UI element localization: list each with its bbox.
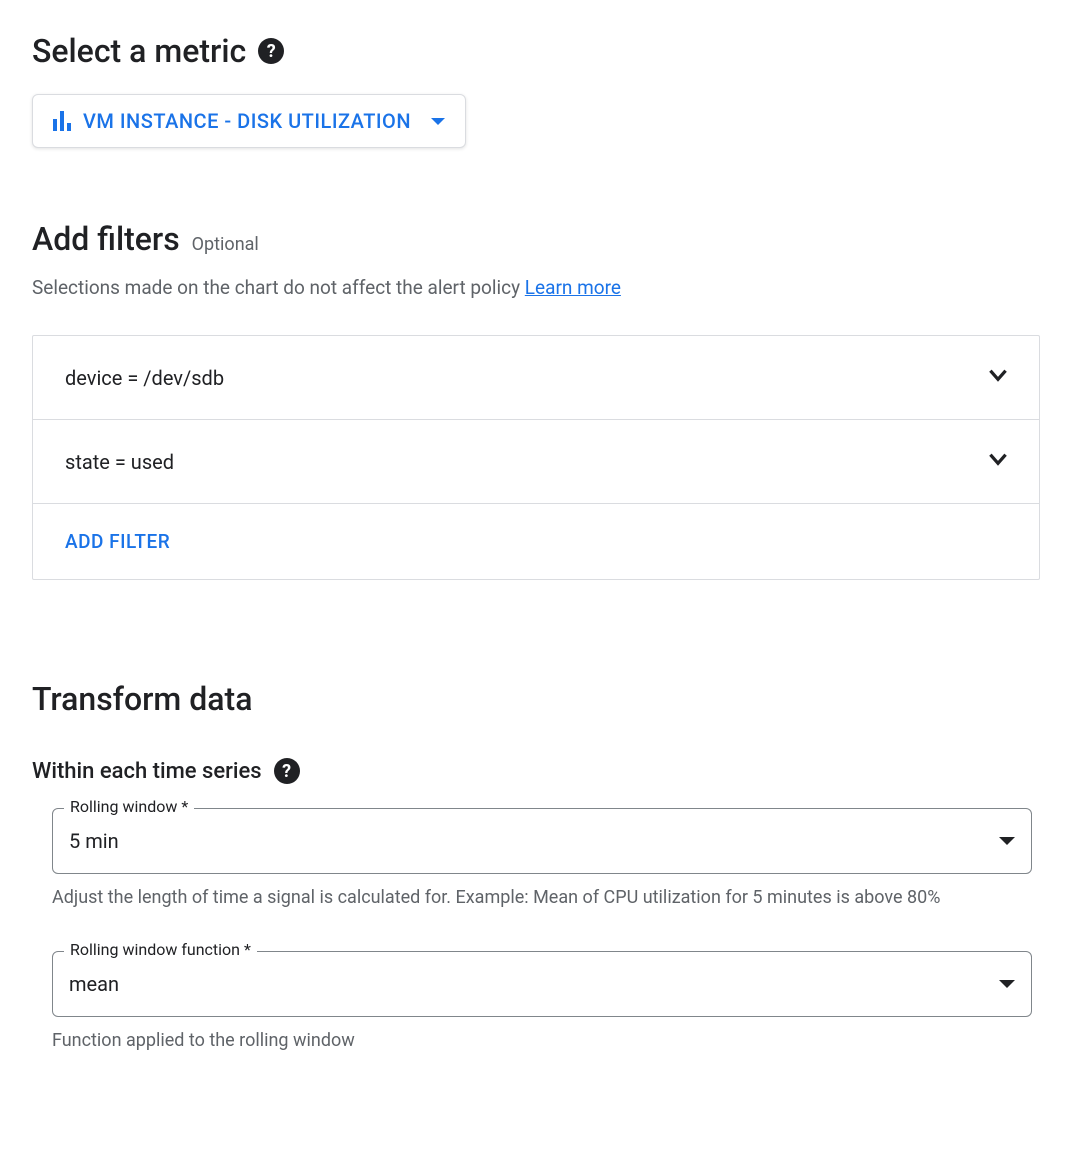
- dropdown-triangle-icon: [431, 118, 445, 125]
- learn-more-link[interactable]: Learn more: [525, 276, 621, 299]
- rolling-window-help: Adjust the length of time a signal is ca…: [52, 884, 1012, 911]
- help-icon[interactable]: ?: [274, 758, 300, 784]
- rolling-window-function-help: Function applied to the rolling window: [52, 1027, 1012, 1054]
- filters-title: Add filters: [32, 220, 180, 258]
- select-metric-title: Select a metric: [32, 32, 246, 70]
- rolling-window-function-value: mean: [69, 972, 119, 996]
- rolling-window-value: 5 min: [69, 829, 119, 853]
- add-filter-row: ADD FILTER: [33, 504, 1039, 579]
- rolling-window-field: Rolling window * 5 min: [52, 808, 1040, 874]
- metric-selector-label: VM INSTANCE - DISK UTILIZATION: [83, 109, 411, 133]
- rolling-window-label: Rolling window *: [64, 797, 194, 816]
- dropdown-caret-icon: [999, 837, 1015, 845]
- add-filter-button[interactable]: ADD FILTER: [65, 530, 170, 553]
- rolling-window-function-select[interactable]: mean: [52, 951, 1032, 1017]
- rolling-window-function-label: Rolling window function *: [64, 940, 257, 959]
- filter-text: device = /dev/sdb: [65, 366, 224, 390]
- subsection-heading: Within each time series ?: [32, 758, 1040, 784]
- help-icon[interactable]: ?: [258, 38, 284, 64]
- filters-heading: Add filters Optional: [32, 220, 1040, 258]
- bar-chart-icon: [53, 111, 71, 131]
- transform-title: Transform data: [32, 680, 1040, 718]
- rolling-window-function-field: Rolling window function * mean: [52, 951, 1040, 1017]
- select-metric-heading: Select a metric ?: [32, 32, 1040, 70]
- filter-row-state[interactable]: state = used: [33, 420, 1039, 504]
- filters-description: Selections made on the chart do not affe…: [32, 276, 1040, 299]
- dropdown-caret-icon: [999, 980, 1015, 988]
- subsection-title: Within each time series: [32, 759, 262, 784]
- chevron-down-icon: [985, 362, 1011, 393]
- filter-row-device[interactable]: device = /dev/sdb: [33, 336, 1039, 420]
- rolling-window-select[interactable]: 5 min: [52, 808, 1032, 874]
- filter-text: state = used: [65, 450, 174, 474]
- chevron-down-icon: [985, 446, 1011, 477]
- metric-selector-dropdown[interactable]: VM INSTANCE - DISK UTILIZATION: [32, 94, 466, 148]
- filter-list: device = /dev/sdb state = used ADD FILTE…: [32, 335, 1040, 580]
- optional-label: Optional: [192, 234, 259, 255]
